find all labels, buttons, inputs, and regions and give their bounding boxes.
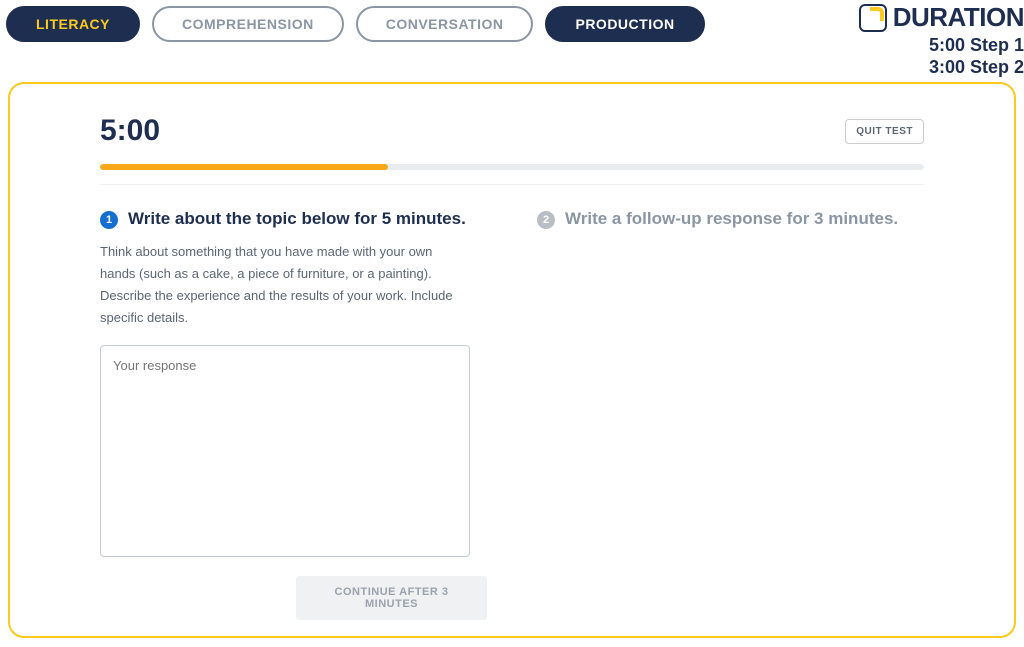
steps: 1 Write about the topic below for 5 minu…: [100, 209, 924, 620]
step-2-heading: 2 Write a follow-up response for 3 minut…: [537, 209, 924, 229]
tab-group: LITERACY COMPREHENSION CONVERSATION PROD…: [6, 6, 705, 42]
duration-label: DURATION: [893, 2, 1024, 33]
step-2-title: Write a follow-up response for 3 minutes…: [565, 209, 898, 229]
tab-conversation[interactable]: CONVERSATION: [356, 6, 534, 42]
duration-step-2: 3:00 Step 2: [859, 57, 1024, 79]
step-1-desc: Think about something that you have made…: [100, 241, 470, 329]
step-1-badge: 1: [100, 211, 118, 229]
progress-fill: [100, 164, 388, 170]
continue-button[interactable]: CONTINUE AFTER 3 MINUTES: [296, 576, 487, 620]
quit-test-button[interactable]: QUIT TEST: [845, 119, 924, 144]
clock-icon: [859, 4, 887, 32]
duration-step-1: 5:00 Step 1: [859, 35, 1024, 57]
duration-title: DURATION: [859, 2, 1024, 33]
step-1: 1 Write about the topic below for 5 minu…: [100, 209, 487, 620]
progress-track: [100, 164, 924, 170]
step-2-badge: 2: [537, 211, 555, 229]
step-1-title: Write about the topic below for 5 minute…: [128, 209, 466, 229]
response-input[interactable]: [100, 345, 470, 557]
tab-literacy[interactable]: LITERACY: [6, 6, 140, 42]
duration-block: DURATION 5:00 Step 1 3:00 Step 2: [859, 2, 1024, 78]
step-1-heading: 1 Write about the topic below for 5 minu…: [100, 209, 487, 229]
tab-comprehension[interactable]: COMPREHENSION: [152, 6, 344, 42]
duration-steps: 5:00 Step 1 3:00 Step 2: [859, 35, 1024, 78]
timer-row: 5:00 QUIT TEST: [100, 114, 924, 148]
top-bar: LITERACY COMPREHENSION CONVERSATION PROD…: [0, 0, 1024, 42]
test-container: 5:00 QUIT TEST 1 Write about the topic b…: [8, 82, 1016, 638]
timer-display: 5:00: [100, 114, 160, 148]
tab-production[interactable]: PRODUCTION: [545, 6, 704, 42]
step-2: 2 Write a follow-up response for 3 minut…: [537, 209, 924, 620]
divider: [100, 184, 924, 185]
progress-bar: [100, 164, 924, 170]
